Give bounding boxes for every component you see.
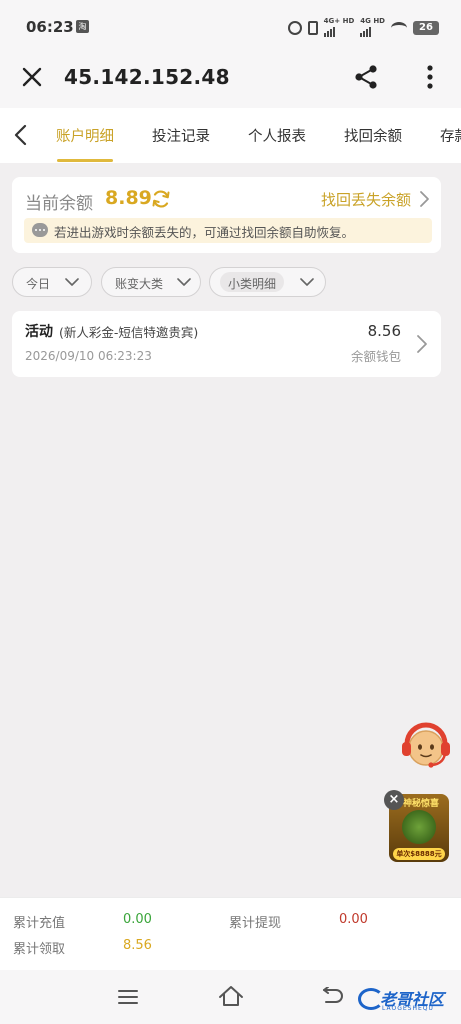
signal-icon-2: 4G HD: [360, 18, 385, 37]
tab-personal-report[interactable]: 个人报表: [248, 125, 306, 146]
transaction-time: 2026/09/10 06:23:23: [25, 349, 152, 363]
share-icon[interactable]: [353, 64, 379, 90]
total-claim-label: 累计领取: [13, 942, 66, 957]
filter-date-label: 今日: [26, 277, 51, 291]
alarm-icon: [287, 20, 302, 35]
more-options-icon[interactable]: [420, 64, 440, 90]
tab-recover-balance[interactable]: 找回余额: [344, 125, 402, 146]
notice-text: 若进出游戏时余额丢失的，可通过找回余额自助恢复。: [54, 225, 355, 240]
promo-close-icon[interactable]: ×: [384, 790, 404, 810]
recover-notice: 若进出游戏时余额丢失的，可通过找回余额自助恢复。: [24, 218, 432, 243]
balance-label: 当前余额: [25, 194, 93, 214]
signal-icon-1: 4G+ HD: [323, 17, 355, 37]
page-url: 45.142.152.48: [64, 65, 230, 89]
filter-category-dropdown[interactable]: 账变大类: [101, 267, 201, 297]
browser-title-bar: 45.142.152.48: [0, 56, 461, 108]
app-notification-icon: 淘: [76, 20, 89, 33]
money-tree-icon: [397, 810, 441, 844]
tab-bet-records[interactable]: 投注记录: [152, 125, 210, 146]
watermark-subtext: LAOGESHEQU: [382, 1005, 434, 1012]
filter-subcategory-dropdown[interactable]: 小类明细: [209, 267, 326, 297]
transaction-row[interactable]: 活动 (新人彩金-短信特邀贵宾) 2026/09/10 06:23:23 8.5…: [12, 311, 441, 377]
chevron-down-icon: [300, 278, 314, 286]
battery-icon: 26: [413, 20, 439, 35]
promo-float[interactable]: 神秘惊喜 单次$8888元 ×: [384, 790, 450, 862]
total-claim-value: 8.56: [123, 938, 152, 953]
tab-deposit[interactable]: 存款: [440, 125, 461, 146]
tab-bar: 账户明细 投注记录 个人报表 找回余额 存款: [0, 108, 461, 163]
transaction-subtitle: (新人彩金-短信特邀贵宾): [59, 325, 199, 340]
wifi-icon: [391, 21, 407, 34]
promo-amount-label: 单次$8888元: [393, 848, 445, 860]
transaction-amount: 8.56: [367, 322, 401, 340]
transaction-wallet: 余额钱包: [350, 349, 401, 364]
summary-panel: 累计充值 0.00 累计提现 0.00 累计领取 8.56: [0, 897, 461, 970]
total-withdraw-label: 累计提现: [229, 916, 282, 931]
signal-label-2: 4G HD: [360, 17, 385, 25]
tab-account-detail[interactable]: 账户明细: [56, 125, 114, 146]
promo-title: 神秘惊喜: [403, 799, 440, 809]
close-icon[interactable]: [20, 65, 44, 89]
active-tab-indicator: [57, 159, 113, 162]
customer-service-icon[interactable]: [399, 718, 453, 772]
chevron-down-icon: [65, 278, 79, 286]
chevron-down-icon: [177, 278, 191, 286]
back-icon[interactable]: [320, 987, 344, 1005]
status-bar: 06:23 淘 4G+ HD 4G HD 26: [0, 0, 461, 56]
recent-apps-icon[interactable]: [118, 989, 138, 1005]
total-recharge-value: 0.00: [123, 912, 152, 927]
status-time: 06:23: [26, 18, 74, 36]
system-nav-bar: 老哥社区 LAOGESHEQU: [0, 970, 461, 1024]
chevron-right-icon: [417, 335, 427, 353]
watermark-logo: 老哥社区 LAOGESHEQU: [358, 984, 458, 1014]
filter-subcategory-label: 小类明细: [228, 277, 277, 291]
total-withdraw-value: 0.00: [339, 912, 368, 927]
recover-balance-link[interactable]: 找回丢失余额: [321, 189, 411, 210]
back-arrow-icon[interactable]: [10, 122, 32, 148]
filter-date-dropdown[interactable]: 今日: [12, 267, 92, 297]
signal-label-1: 4G+ HD: [323, 17, 355, 25]
chat-bubble-icon: [32, 223, 48, 237]
balance-card: 当前余额 8.89 找回丢失余额 若进出游戏时余额丢失的，可通过找回余额自助恢复…: [12, 177, 441, 253]
transaction-title: 活动: [25, 324, 53, 340]
total-recharge-label: 累计充值: [13, 916, 66, 931]
status-icons: 4G+ HD 4G HD 26: [287, 17, 439, 37]
vibrate-icon: [307, 20, 318, 35]
refresh-icon[interactable]: [151, 189, 171, 209]
balance-value: 8.89: [105, 187, 152, 209]
filter-category-label: 账变大类: [115, 277, 164, 291]
chevron-right-icon[interactable]: [419, 190, 431, 208]
home-icon[interactable]: [218, 985, 244, 1007]
